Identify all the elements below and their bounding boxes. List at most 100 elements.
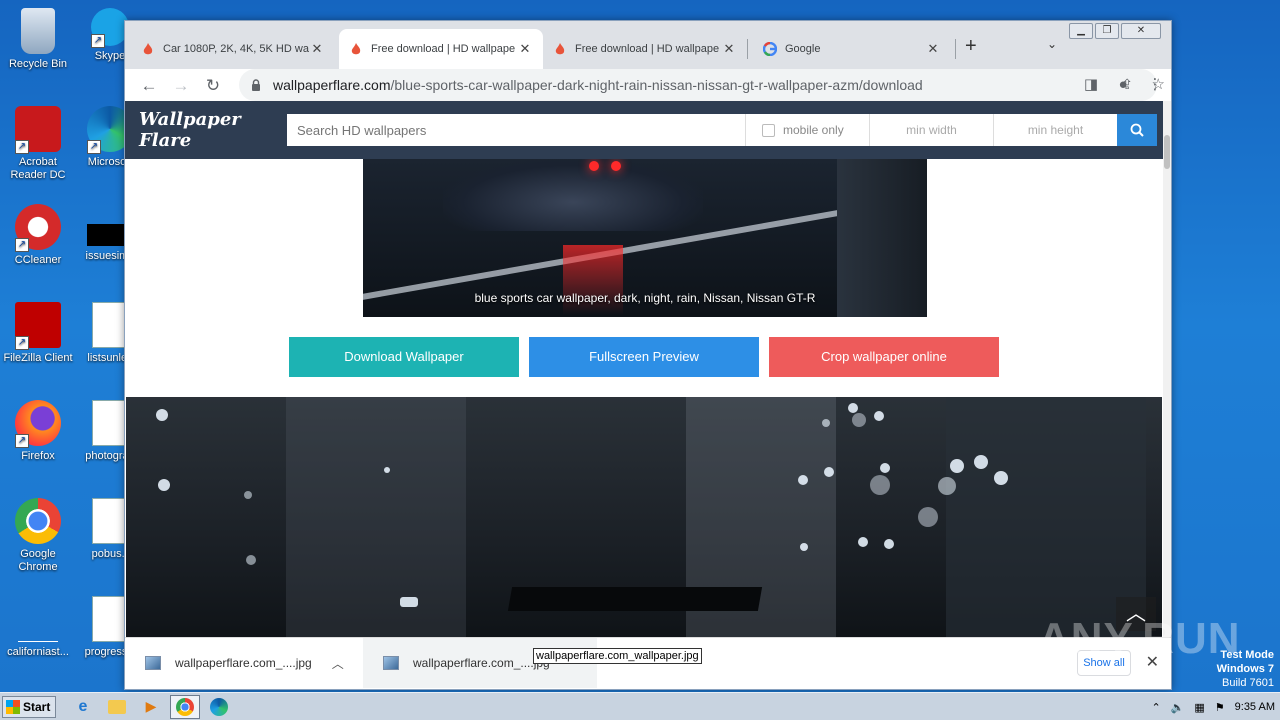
tab-search-chevron-icon[interactable]: ⌄: [1047, 37, 1057, 51]
forward-button[interactable]: →: [165, 76, 197, 96]
site-logo[interactable]: Wallpaper Flare: [139, 109, 287, 151]
rain-drop: [246, 555, 256, 565]
network-icon[interactable]: ▦: [1194, 701, 1204, 714]
site-header: Wallpaper Flare mobile only min width mi…: [125, 101, 1165, 159]
min-height-field[interactable]: min height: [993, 114, 1117, 146]
rain-drop: [800, 543, 808, 551]
rain-drop: [938, 477, 956, 495]
close-tab-icon[interactable]: ✕: [309, 41, 325, 57]
close-tab-icon[interactable]: ✕: [721, 41, 737, 57]
tab-free-download-active[interactable]: Free download | HD wallpape ✕: [339, 29, 543, 69]
min-width-field[interactable]: min width: [869, 114, 993, 146]
rain-drop: [798, 475, 808, 485]
tab-separator: [747, 39, 748, 59]
car-silhouette: [443, 159, 703, 231]
search-input[interactable]: [287, 114, 745, 146]
word-doc-icon: [92, 596, 128, 642]
rain-drop: [950, 459, 964, 473]
desktop-icon-chrome[interactable]: Google Chrome: [0, 498, 76, 574]
address-bar[interactable]: wallpaperflare.com/blue-sports-car-wallp…: [239, 69, 1165, 101]
mobile-only-toggle[interactable]: mobile only: [745, 114, 869, 146]
action-center-flag-icon[interactable]: ⚑: [1215, 701, 1225, 714]
close-tab-icon[interactable]: ✕: [925, 41, 941, 57]
building-shape: [286, 397, 466, 639]
clock[interactable]: 9:35 AM: [1235, 701, 1275, 713]
word-doc-icon: [92, 498, 128, 544]
blank-file-icon: [18, 612, 58, 642]
tab-strip: Car 1080P, 2K, 4K, 5K HD wa ✕ Free downl…: [125, 21, 1171, 69]
lock-icon: [252, 79, 260, 91]
restore-button[interactable]: ❐: [1095, 23, 1119, 39]
profile-avatar-icon[interactable]: ●: [1107, 69, 1139, 101]
start-button[interactable]: Start: [2, 695, 56, 718]
new-tab-button[interactable]: +: [965, 35, 977, 58]
media-player-icon: ▶: [145, 698, 157, 714]
image-file-icon: [383, 656, 399, 670]
browser-window: Car 1080P, 2K, 4K, 5K HD wa ✕ Free downl…: [124, 20, 1172, 690]
back-button[interactable]: ←: [133, 76, 165, 96]
search-button[interactable]: [1117, 114, 1157, 146]
side-panel-icon[interactable]: ◨: [1075, 69, 1107, 101]
taskbar-chrome[interactable]: [170, 694, 200, 719]
acrobat-icon: ↗: [15, 106, 61, 154]
taskbar: Start e ▶ ⌃ 🔈 ▦ ⚑ 9:35 AM: [0, 692, 1280, 720]
chrome-icon: [15, 498, 61, 544]
windows-flag-icon: [6, 699, 20, 714]
download-wallpaper-button[interactable]: Download Wallpaper: [289, 337, 519, 377]
rain-drop: [156, 409, 168, 421]
rain-drop: [858, 537, 868, 547]
desktop-icon-firefox[interactable]: ↗ Firefox: [0, 400, 76, 463]
tab-free-download[interactable]: Free download | HD wallpape ✕: [543, 29, 747, 69]
url-path: /blue-sports-car-wallpaper-dark-night-ra…: [390, 77, 923, 93]
url-host: wallpaperflare.com: [273, 77, 391, 93]
taskbar-media-player[interactable]: ▶: [136, 695, 166, 719]
volume-icon[interactable]: 🔈: [1171, 701, 1185, 714]
rain-drop: [822, 419, 830, 427]
rain-drop: [400, 597, 418, 607]
ccleaner-icon: ↗: [15, 204, 61, 252]
download-tooltip: wallpaperflare.com_wallpaper.jpg: [533, 648, 702, 664]
fullscreen-preview-button[interactable]: Fullscreen Preview: [529, 337, 759, 377]
taskbar-edge[interactable]: [204, 695, 234, 719]
folder-icon: [108, 699, 126, 714]
search-icon: [1130, 123, 1144, 137]
taskbar-ie[interactable]: e: [68, 695, 98, 719]
tab-google[interactable]: Google ✕: [753, 29, 951, 69]
tab-car-wallpapers[interactable]: Car 1080P, 2K, 4K, 5K HD wa ✕: [131, 29, 335, 69]
rain-drop: [158, 479, 170, 491]
rain-drop: [994, 471, 1008, 485]
menu-kebab-icon[interactable]: ⋮: [1139, 69, 1171, 101]
system-tray: ⌃ 🔈 ▦ ⚑ 9:35 AM: [1146, 693, 1280, 720]
close-window-button[interactable]: ✕: [1121, 23, 1161, 39]
tab-separator: [955, 39, 956, 59]
full-wallpaper-image[interactable]: ︿: [126, 397, 1162, 639]
tail-light: [611, 161, 621, 171]
minimize-button[interactable]: ▁: [1069, 23, 1093, 39]
rain-drop: [384, 467, 390, 473]
rain-drop: [824, 467, 834, 477]
reload-button[interactable]: ↻: [197, 76, 229, 96]
rain-drop: [852, 413, 866, 427]
desktop-icon-californiast[interactable]: californiast...: [0, 596, 76, 659]
desktop-icon-filezilla[interactable]: ↗ FileZilla Client: [0, 302, 76, 365]
checkbox-icon[interactable]: [762, 123, 775, 137]
desktop-icon-ccleaner[interactable]: ↗ CCleaner: [0, 204, 76, 267]
close-tab-icon[interactable]: ✕: [517, 41, 533, 57]
tail-light: [589, 161, 599, 171]
car-rear-wing: [507, 587, 763, 611]
flame-icon: [143, 43, 153, 55]
chevron-up-icon[interactable]: ︿: [332, 655, 344, 672]
crop-wallpaper-button[interactable]: Crop wallpaper online: [769, 337, 999, 377]
desktop-icon-acrobat[interactable]: ↗ Acrobat Reader DC: [0, 106, 76, 182]
desktop-icon-recycle-bin[interactable]: Recycle Bin: [0, 8, 76, 71]
test-mode-notice: Test Mode Windows 7 Build 7601: [1216, 649, 1274, 689]
wallpaper-preview-image[interactable]: blue sports car wallpaper, dark, night, …: [363, 159, 927, 317]
taskbar-explorer[interactable]: [102, 695, 132, 719]
download-item[interactable]: wallpaperflare.com_....jpg ︿: [125, 638, 359, 688]
page-scrollbar[interactable]: [1163, 101, 1171, 639]
scrollbar-thumb[interactable]: [1164, 135, 1170, 169]
flame-icon: [351, 43, 361, 55]
word-doc-icon: [92, 302, 128, 348]
tray-expand-icon[interactable]: ⌃: [1151, 701, 1160, 714]
window-controls: ▁ ❐ ✕: [1069, 23, 1161, 39]
